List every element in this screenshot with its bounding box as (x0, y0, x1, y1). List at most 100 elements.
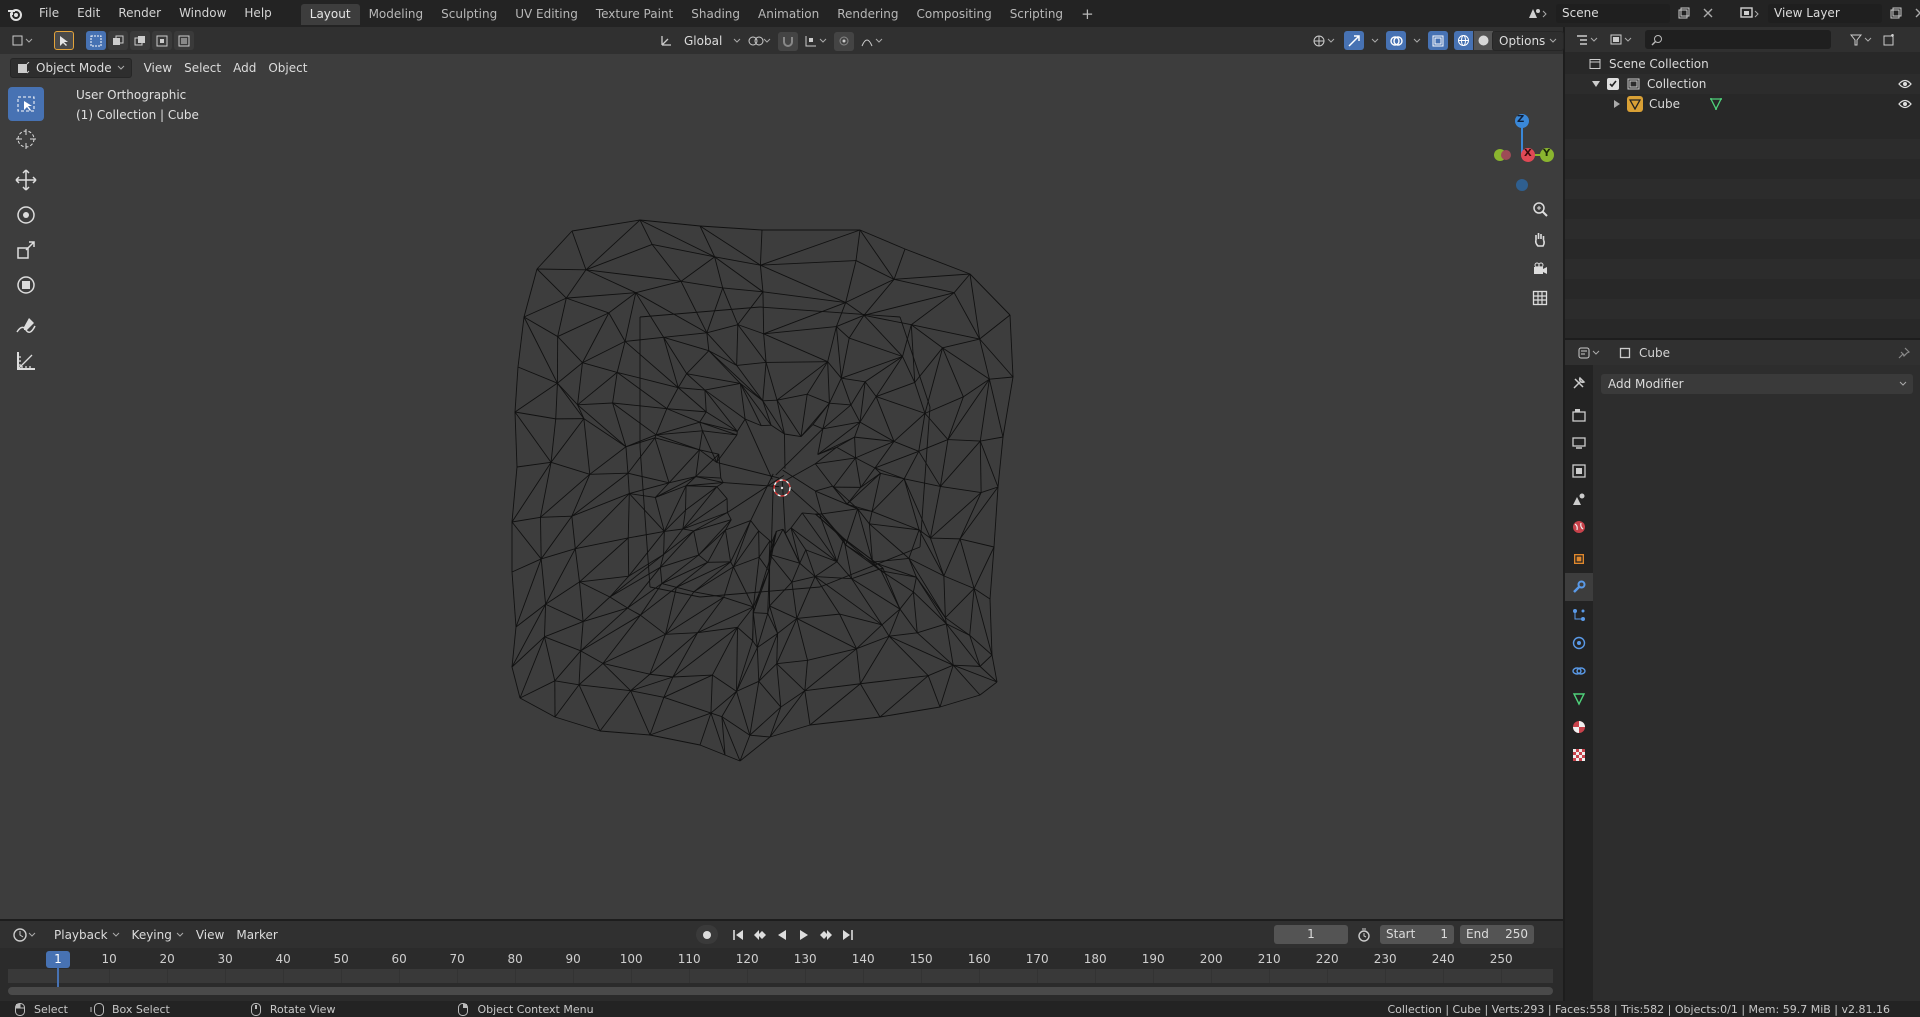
play-reverse-icon[interactable] (772, 925, 791, 944)
select-mode-new-button[interactable] (86, 31, 106, 50)
snap-icon[interactable] (778, 31, 799, 51)
select-box-tool[interactable] (8, 87, 44, 121)
tab-modifiers[interactable] (1565, 573, 1593, 601)
select-mode-subtract-button[interactable] (130, 31, 150, 50)
tab-uv-editing[interactable]: UV Editing (506, 4, 587, 25)
tab-object[interactable] (1565, 545, 1593, 573)
view-layer-field[interactable]: View Layer (1768, 3, 1882, 23)
view-layer-icon[interactable] (1736, 3, 1764, 23)
select-mode-invert-button[interactable] (152, 31, 172, 50)
cube-wireframe[interactable] (0, 27, 1563, 921)
ortho-view-button[interactable] (1526, 284, 1554, 312)
expand-arrow-icon[interactable] (1613, 100, 1621, 108)
viewport-menu-object[interactable]: Object (262, 58, 313, 78)
chevron-down-icon[interactable] (1370, 38, 1380, 44)
timeline-ruler[interactable]: 10 20 30 40 50 60 70 80 90 100 110 120 130 140 150 160 1… (8, 951, 1553, 969)
tab-texture[interactable] (1565, 741, 1593, 769)
blender-logo-icon[interactable] (0, 0, 30, 27)
area-divider[interactable] (1565, 338, 1920, 340)
record-icon[interactable] (696, 925, 718, 944)
new-view-layer-icon[interactable] (1886, 4, 1906, 23)
3d-viewport[interactable]: Object Mode View Select Add Object User … (0, 27, 1563, 921)
tab-layout[interactable]: Layout (300, 4, 360, 25)
menu-window[interactable]: Window (170, 0, 235, 27)
shading-wireframe-icon[interactable] (1454, 31, 1473, 50)
viewport-menu-add[interactable]: Add (227, 58, 262, 78)
tab-particles[interactable] (1565, 601, 1593, 629)
timeline-menu-view[interactable]: View (190, 925, 230, 945)
prev-keyframe-icon[interactable] (750, 925, 769, 944)
menu-help[interactable]: Help (235, 0, 280, 27)
tab-material[interactable] (1565, 713, 1593, 741)
tab-view-layer[interactable] (1565, 457, 1593, 485)
new-collection-icon[interactable] (1879, 30, 1899, 50)
timeline-menu-keying[interactable]: Keying (126, 925, 190, 945)
tab-tool[interactable] (1565, 369, 1593, 397)
select-mode-intersect-button[interactable] (174, 31, 194, 50)
zoom-view-button[interactable] (1526, 195, 1554, 223)
tab-world[interactable] (1565, 513, 1593, 541)
next-keyframe-icon[interactable] (816, 925, 835, 944)
outliner-editor-icon[interactable] (1571, 30, 1605, 50)
delete-scene-icon[interactable] (1698, 4, 1718, 23)
jump-start-icon[interactable] (728, 925, 747, 944)
transform-orientation-dropdown[interactable]: Global (678, 31, 728, 51)
eye-icon[interactable] (1898, 99, 1912, 109)
scene-icon[interactable] (1524, 3, 1552, 23)
collapse-arrow-icon[interactable] (1591, 81, 1601, 87)
chevron-down-icon[interactable] (1412, 38, 1422, 44)
timeline-menu-marker[interactable]: Marker (230, 925, 283, 945)
pin-icon[interactable] (1898, 347, 1910, 359)
timeline-scrollbar[interactable] (8, 987, 1553, 995)
tab-output[interactable] (1565, 429, 1593, 457)
tab-object-data[interactable] (1565, 685, 1593, 713)
timeline-menu-playback[interactable]: Playback (48, 925, 126, 945)
clock-editor-icon[interactable] (8, 925, 42, 945)
end-frame-field[interactable]: End 250 (1460, 925, 1534, 944)
tab-rendering[interactable]: Rendering (828, 4, 907, 25)
transform-tool[interactable] (8, 268, 44, 302)
viewport-menu-select[interactable]: Select (178, 58, 227, 78)
display-mode-icon[interactable] (1605, 30, 1639, 50)
camera-view-button[interactable] (1526, 255, 1554, 283)
tab-compositing[interactable]: Compositing (907, 4, 1000, 25)
tab-modeling[interactable]: Modeling (360, 4, 433, 25)
tab-render[interactable] (1565, 401, 1593, 429)
tab-scripting[interactable]: Scripting (1001, 4, 1072, 25)
scene-field[interactable]: Scene (1556, 3, 1670, 23)
tab-constraints[interactable] (1565, 657, 1593, 685)
show-gizmo-icon[interactable] (1344, 31, 1364, 50)
editor-type-icon[interactable] (6, 31, 40, 51)
menu-file[interactable]: File (30, 0, 68, 27)
proportional-editing-icon[interactable] (834, 31, 855, 51)
start-frame-field[interactable]: Start 1 (1380, 925, 1454, 944)
mode-dropdown[interactable]: Object Mode (10, 57, 132, 78)
select-mode-extend-button[interactable] (108, 31, 128, 50)
tab-texture-paint[interactable]: Texture Paint (587, 4, 682, 25)
tab-physics[interactable] (1565, 629, 1593, 657)
options-dropdown[interactable]: Options (1492, 31, 1565, 51)
menu-render[interactable]: Render (109, 0, 170, 27)
new-scene-icon[interactable] (1674, 4, 1694, 23)
add-modifier-dropdown[interactable]: Add Modifier (1601, 374, 1913, 394)
filter-icon[interactable] (1845, 30, 1879, 50)
checkbox-icon[interactable] (1607, 78, 1619, 90)
menu-edit[interactable]: Edit (68, 0, 109, 27)
add-workspace-button[interactable]: + (1072, 4, 1103, 25)
pan-view-button[interactable] (1526, 225, 1554, 253)
rotate-tool[interactable] (8, 198, 44, 232)
proportional-falloff-icon[interactable] (858, 32, 886, 51)
playhead-frame-badge[interactable]: 1 (46, 951, 70, 968)
tab-animation[interactable]: Animation (749, 4, 828, 25)
gizmo-visibility-icon[interactable] (1310, 31, 1338, 50)
annotate-tool[interactable] (8, 309, 44, 343)
outliner-scene-collection[interactable]: Scene Collection (1565, 54, 1920, 74)
measure-tool[interactable] (8, 344, 44, 378)
stopwatch-icon[interactable] (1354, 925, 1374, 944)
xray-icon[interactable] (1428, 31, 1448, 50)
transform-orientation-icon[interactable] (658, 32, 674, 51)
properties-editor-icon[interactable] (1573, 343, 1607, 363)
viewport-menu-view[interactable]: View (138, 58, 178, 78)
scale-tool[interactable] (8, 233, 44, 267)
tab-shading[interactable]: Shading (682, 4, 749, 25)
